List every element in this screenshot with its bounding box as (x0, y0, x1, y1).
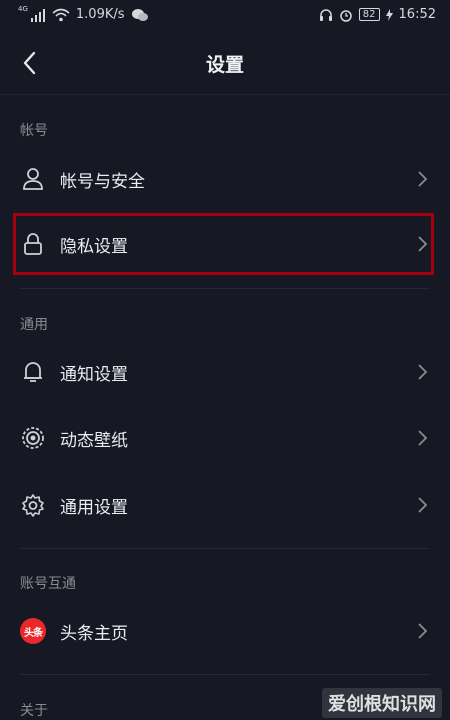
settings-item-live-wallpaper[interactable]: 动态壁纸 (20, 412, 430, 464)
clock: 16:52 (398, 7, 436, 22)
settings-item-label: 头条主页 (60, 623, 128, 644)
network-type: 4G (18, 4, 28, 13)
battery-indicator: 82 (358, 8, 380, 21)
wifi-icon (52, 8, 70, 21)
settings-item-label: 通用设置 (60, 497, 128, 518)
toutiao-logo-icon: 头条 (20, 618, 46, 644)
signal-icon (30, 8, 45, 22)
settings-item-label: 帐号与安全 (60, 171, 145, 192)
user-icon (20, 166, 46, 192)
settings-item-label: 动态壁纸 (60, 430, 128, 451)
chevron-right-icon (418, 171, 428, 187)
toutiao-badge: 头条 (20, 618, 46, 644)
section-label-general: 通用 (20, 317, 48, 333)
settings-item-toutiao-home[interactable]: 头条 头条主页 (20, 605, 430, 657)
settings-item-notifications[interactable]: 通知设置 (20, 346, 430, 398)
charging-icon (385, 8, 393, 21)
section-divider (20, 548, 430, 549)
wallpaper-icon (20, 425, 46, 451)
section-divider (20, 674, 430, 675)
chevron-right-icon (418, 364, 428, 380)
status-bar: 4G 1.09K/s 82 16:52 (0, 0, 450, 32)
chevron-right-icon (418, 623, 428, 639)
wechat-icon (131, 8, 148, 21)
watermark: 爱创根知识网 (322, 688, 442, 718)
network-speed: 1.09K/s (75, 7, 125, 22)
headset-icon (319, 8, 332, 21)
section-label-about: 关于 (20, 703, 48, 719)
settings-item-general[interactable]: 通用设置 (20, 479, 430, 531)
page-title: 设置 (205, 54, 244, 76)
settings-item-account-security[interactable]: 帐号与安全 (20, 153, 430, 205)
chevron-right-icon (418, 497, 428, 513)
settings-item-label: 通知设置 (60, 364, 128, 385)
section-label-account: 帐号 (20, 123, 48, 139)
chevron-right-icon (418, 430, 428, 446)
highlight-box (13, 213, 434, 275)
gear-icon (20, 492, 46, 518)
section-label-linked: 账号互通 (20, 576, 76, 592)
nav-header: 设置 (0, 32, 450, 95)
bell-icon (20, 359, 46, 385)
alarm-icon (340, 9, 352, 22)
section-divider (20, 288, 430, 289)
